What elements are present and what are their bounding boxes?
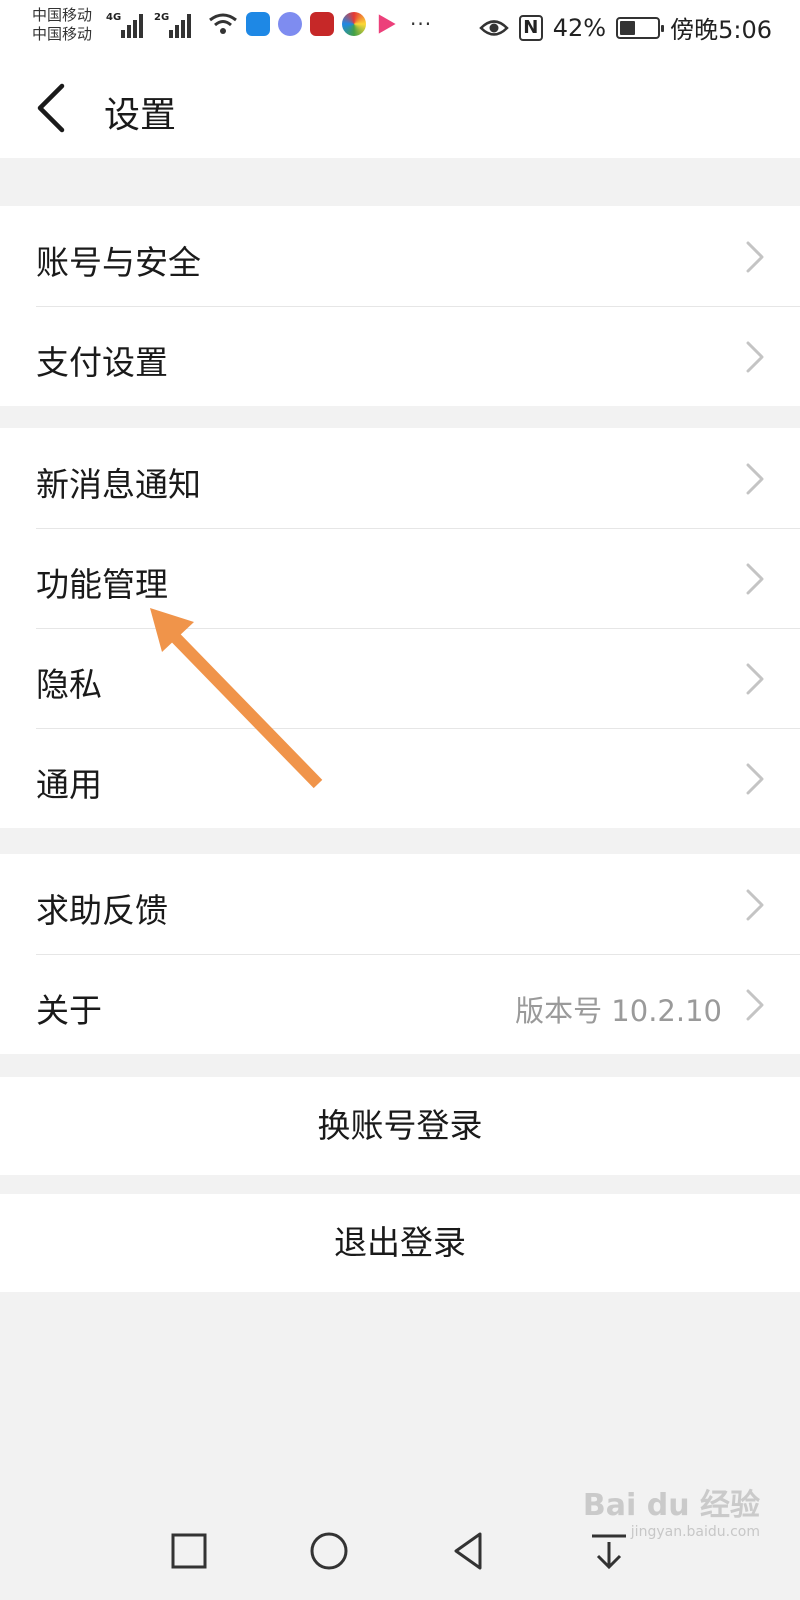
back-nav-button[interactable] [446,1528,492,1574]
setting-label: 关于 [36,991,102,1030]
settings-group-help: 求助反馈 关于 版本号 10.2.10 [0,854,800,1054]
chevron-right-icon [746,763,764,795]
setting-account-security[interactable]: 账号与安全 [0,206,800,306]
setting-label: 支付设置 [36,343,168,382]
logout-button[interactable]: 退出登录 [0,1194,800,1292]
setting-feature-management[interactable]: 功能管理 [0,528,800,628]
nfc-icon: N [518,14,543,41]
setting-help-feedback[interactable]: 求助反馈 [0,854,800,954]
status-bar: 中国移动 中国移动 4G 2G ··· N 42% 傍晚5:06 [0,0,800,56]
setting-label: 求助反馈 [36,891,168,930]
watermark-brand: Bai du 经验 [582,1488,760,1523]
chevron-right-icon [746,989,764,1021]
chevron-left-icon [37,83,65,133]
version-value: 版本号 10.2.10 [515,994,722,1028]
settings-group-account: 账号与安全 支付设置 [0,206,800,406]
home-button[interactable] [306,1528,352,1574]
chevron-right-icon [746,889,764,921]
switch-account-label: 换账号登录 [317,1106,483,1145]
switch-account-button[interactable]: 换账号登录 [0,1077,800,1175]
back-button[interactable] [28,80,78,136]
setting-payment[interactable]: 支付设置 [0,306,800,406]
clock: 傍晚5:06 [670,16,772,44]
setting-label: 通用 [36,765,102,804]
music-app-icon [278,12,302,36]
carrier-1: 中国移动 [32,6,93,24]
more-notifications: ··· [410,12,433,36]
chevron-right-icon [746,563,764,595]
battery-icon [616,16,665,39]
network-type-1: 4G [106,12,122,23]
recent-apps-button[interactable] [166,1528,212,1574]
setting-label: 账号与安全 [36,243,201,282]
signal-2-icon [169,14,191,38]
wifi-icon [209,13,237,34]
watermark-url: jingyan.baidu.com [630,1524,760,1540]
weibo-app-icon [310,12,334,36]
video-app-icon [378,14,396,34]
chevron-right-icon [746,241,764,273]
eye-icon [478,19,509,36]
browser-app-icon [342,12,366,36]
signal-icon [121,14,143,38]
setting-privacy[interactable]: 隐私 [0,628,800,728]
setting-label: 功能管理 [36,565,168,604]
setting-about[interactable]: 关于 版本号 10.2.10 [0,954,800,1054]
app-header: 设置 [0,56,800,158]
chevron-right-icon [746,663,764,695]
settings-group-general: 新消息通知 功能管理 隐私 通用 [0,428,800,828]
page-title: 设置 [104,95,177,136]
battery-percent: 42% [552,13,607,42]
setting-label: 新消息通知 [36,465,201,504]
watermark: Bai du 经验 jingyan.baidu.com [583,1480,760,1540]
setting-label: 隐私 [36,665,102,704]
setting-general[interactable]: 通用 [0,728,800,828]
battery-fill [620,20,636,35]
status-app-icons: ··· [208,12,432,36]
carrier-labels: 中国移动 中国移动 [32,6,92,44]
setting-notifications[interactable]: 新消息通知 [0,428,800,528]
chevron-right-icon [746,341,764,373]
shield-app-icon [246,12,270,36]
carrier-2: 中国移动 [32,25,93,43]
network-type-2: 2G [154,12,170,23]
status-right: N 42% 傍晚5:06 [478,10,772,45]
logout-label: 退出登录 [334,1223,466,1262]
chevron-right-icon [746,463,764,495]
